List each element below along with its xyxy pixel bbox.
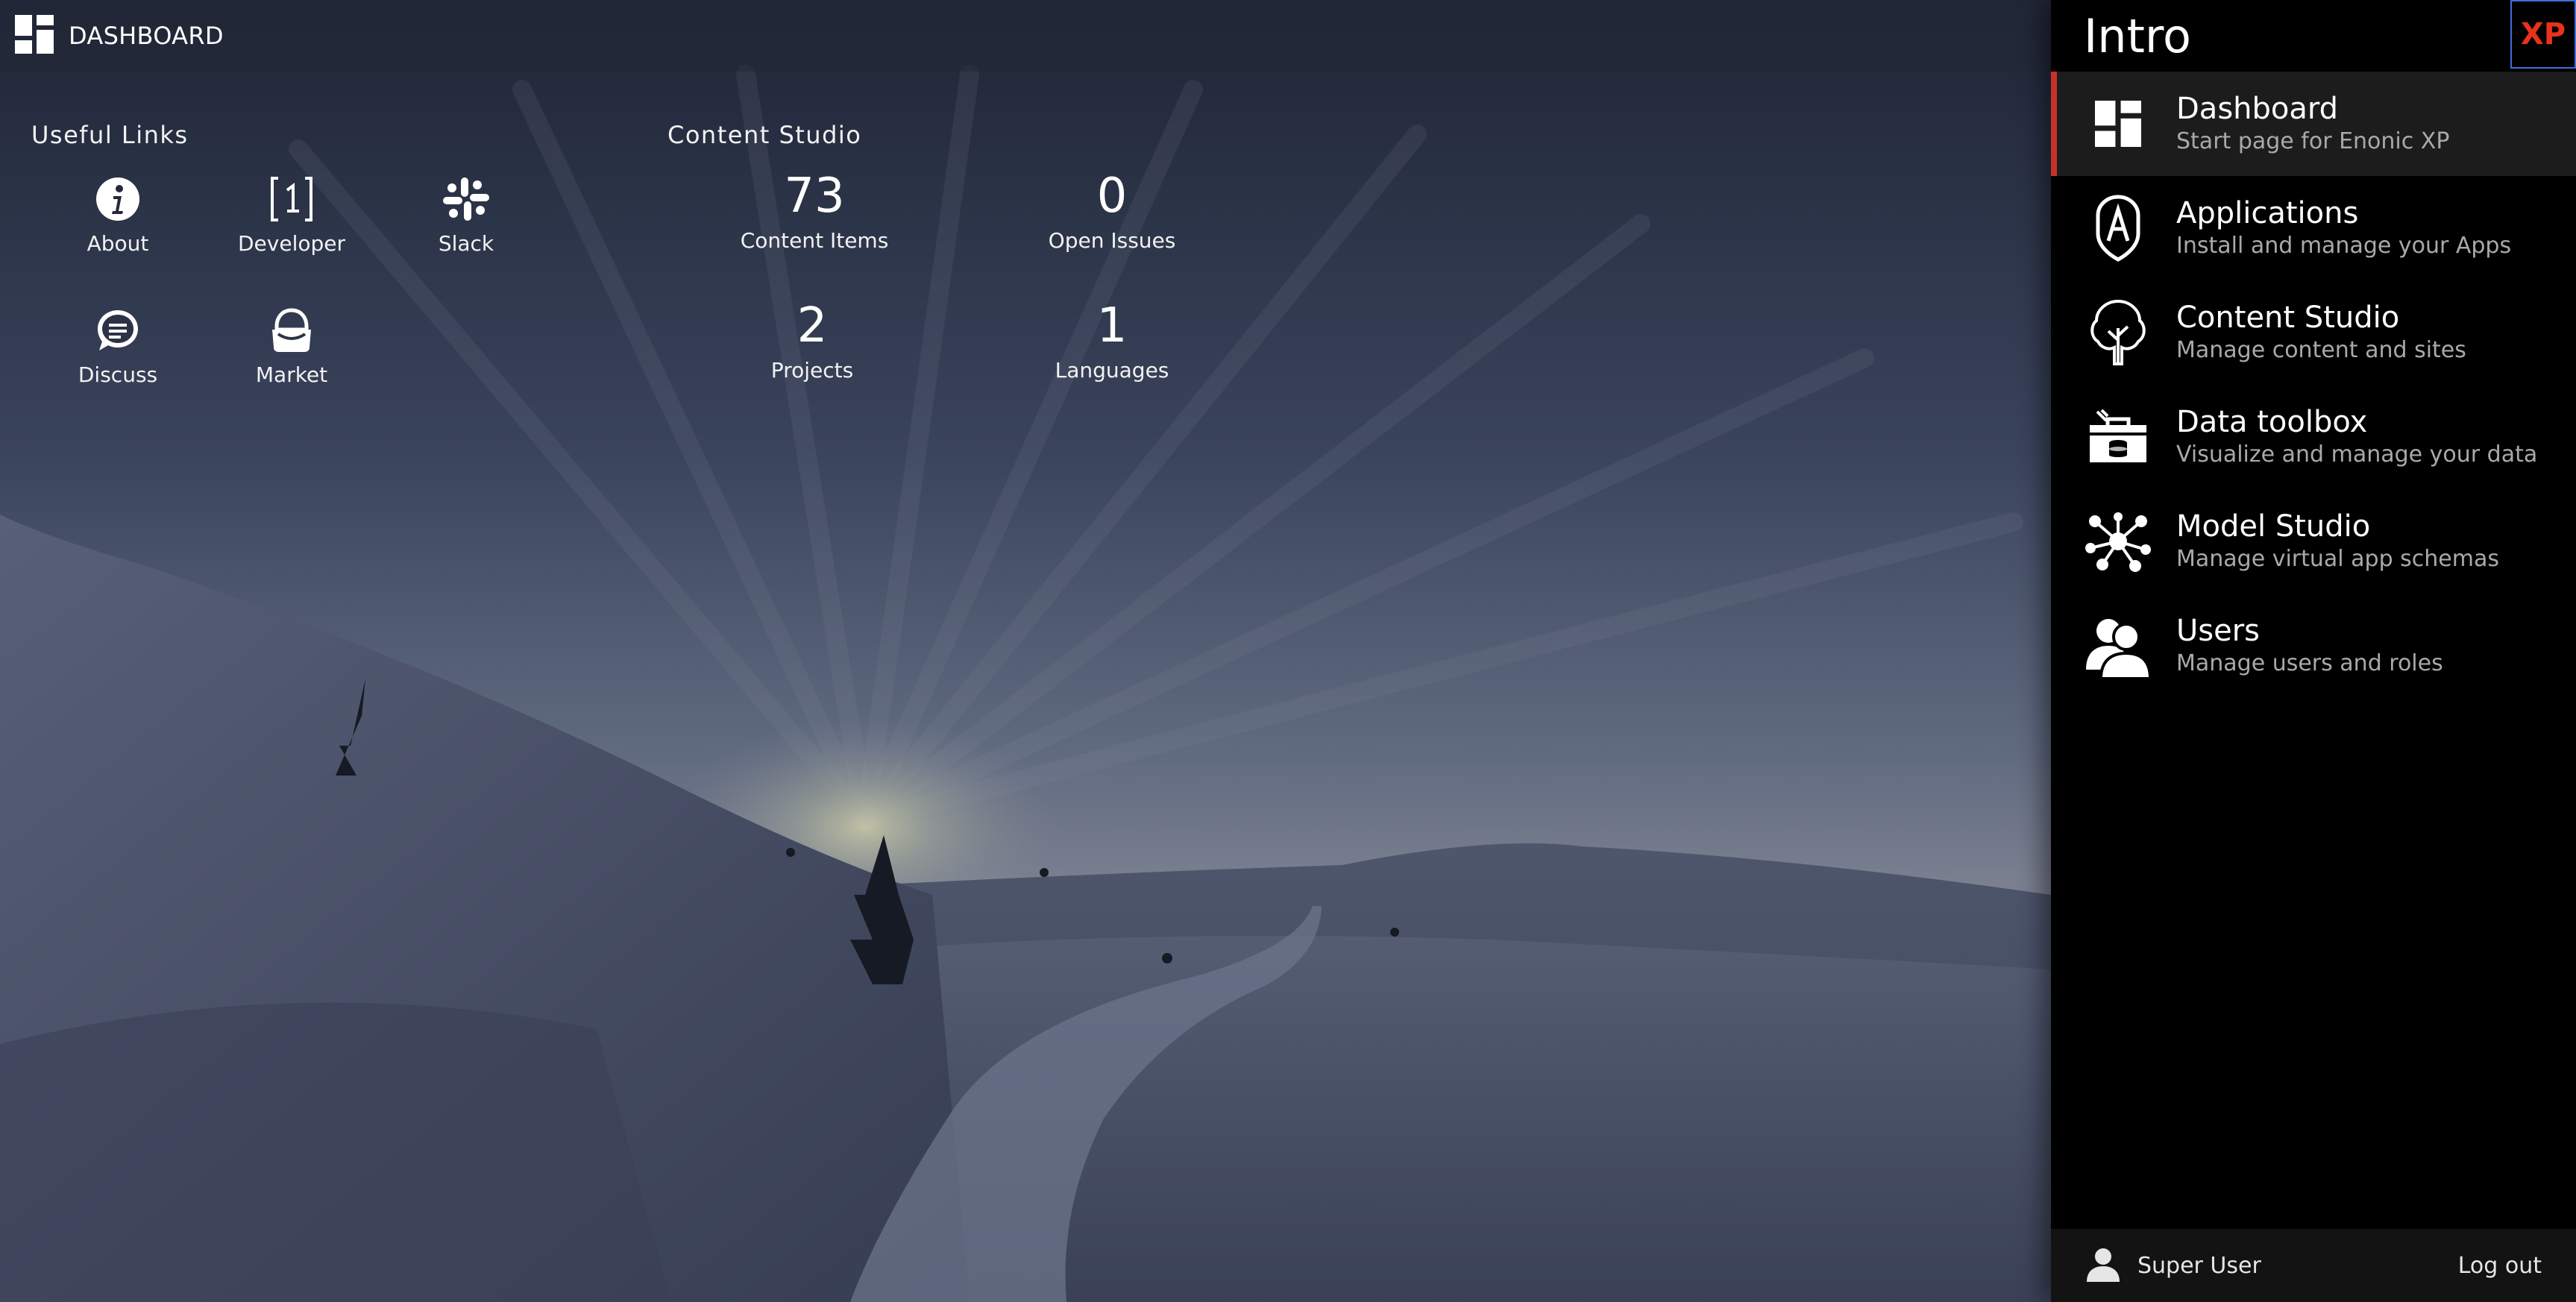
slack-icon xyxy=(384,173,548,225)
about-link[interactable]: About xyxy=(36,173,200,256)
app-item-applications[interactable]: Applications Install and manage your App… xyxy=(2051,176,2576,280)
network-icon xyxy=(2081,511,2155,572)
open-issues-stat[interactable]: 0 Open Issues xyxy=(993,170,1231,253)
user-icon xyxy=(2085,1246,2121,1285)
projects-stat[interactable]: 2 Projects xyxy=(693,300,932,383)
slack-link[interactable]: Slack xyxy=(384,173,548,256)
dashboard-home-link[interactable]: DASHBOARD xyxy=(15,15,224,57)
stat-value: 0 xyxy=(1096,169,1128,224)
app-name: Users xyxy=(2176,614,2261,648)
app-description: Manage content and sites xyxy=(2176,337,2466,363)
app-item-model-studio[interactable]: Model Studio Manage virtual app schemas xyxy=(2051,489,2576,594)
top-bar: DASHBOARD xyxy=(0,0,2051,72)
xp-logo-button[interactable]: XP xyxy=(2510,0,2576,69)
app-description: Install and manage your Apps xyxy=(2176,233,2512,259)
app-description: Manage virtual app schemas xyxy=(2176,546,2499,572)
stat-value: 2 xyxy=(797,298,828,353)
user-info[interactable]: Super User xyxy=(2085,1246,2261,1285)
content-items-stat[interactable]: 73 Content Items xyxy=(695,170,934,253)
link-label: Slack xyxy=(438,231,494,256)
users-icon xyxy=(2081,613,2155,679)
discuss-link[interactable]: Discuss xyxy=(36,304,200,387)
app-item-dashboard[interactable]: Dashboard Start page for Enonic XP xyxy=(2051,72,2576,176)
market-link[interactable]: Market xyxy=(210,304,374,387)
app-name: Dashboard xyxy=(2176,92,2339,126)
launcher-title: Intro xyxy=(2084,9,2191,63)
link-label: About xyxy=(87,231,149,256)
user-name: Super User xyxy=(2137,1252,2261,1279)
app-description: Manage users and roles xyxy=(2176,650,2443,676)
discuss-icon xyxy=(36,304,200,356)
info-icon xyxy=(36,173,200,225)
dashboard-icon xyxy=(15,15,54,57)
market-icon xyxy=(210,304,374,356)
stat-value: 1 xyxy=(1096,298,1128,353)
app-name: Model Studio xyxy=(2176,509,2371,544)
app-item-users[interactable]: Users Manage users and roles xyxy=(2051,594,2576,698)
app-description: Visualize and manage your data xyxy=(2176,441,2538,468)
stat-value: 73 xyxy=(784,169,845,224)
useful-links-title: Useful Links xyxy=(31,121,189,149)
dashboard-icon xyxy=(2081,101,2155,147)
content-studio-widget-title: Content Studio xyxy=(667,121,862,149)
link-label: Developer xyxy=(237,231,345,256)
developer-link[interactable]: Developer xyxy=(210,173,374,256)
stat-label: Content Items xyxy=(740,228,889,253)
app-title: DASHBOARD xyxy=(69,22,224,50)
app-item-data-toolbox[interactable]: Data toolbox Visualize and manage your d… xyxy=(2051,385,2576,489)
app-name: Applications xyxy=(2176,196,2359,230)
app-item-content-studio[interactable]: Content Studio Manage content and sites xyxy=(2051,280,2576,385)
logout-link[interactable]: Log out xyxy=(2458,1253,2542,1279)
app-list: Dashboard Start page for Enonic XP Appli… xyxy=(2051,72,2576,698)
app-name: Data toolbox xyxy=(2176,405,2368,439)
languages-stat[interactable]: 1 Languages xyxy=(993,300,1231,383)
launcher-footer: Super User Log out xyxy=(2051,1229,2576,1302)
tree-icon xyxy=(2081,298,2155,367)
launcher-panel: Intro XP Dashboard Start page for Enonic… xyxy=(2051,0,2576,1302)
link-label: Discuss xyxy=(78,362,158,387)
app-name: Content Studio xyxy=(2176,301,2400,335)
stat-label: Projects xyxy=(770,358,854,383)
launcher-header: Intro XP xyxy=(2051,0,2576,72)
link-label: Market xyxy=(255,362,328,387)
applications-icon xyxy=(2081,195,2155,262)
toolbox-icon xyxy=(2081,409,2155,465)
developer-icon xyxy=(210,173,374,225)
stat-label: Open Issues xyxy=(1048,228,1176,253)
app-description: Start page for Enonic XP xyxy=(2176,128,2450,154)
stat-label: Languages xyxy=(1055,358,1169,383)
